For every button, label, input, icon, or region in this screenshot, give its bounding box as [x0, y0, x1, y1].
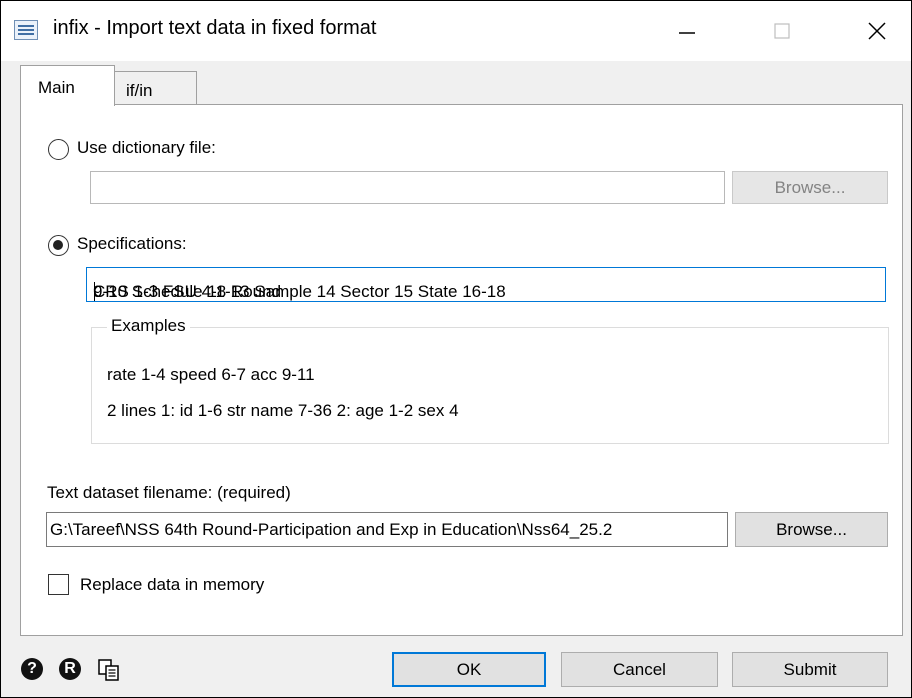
example-line: 2 lines 1: id 1-6 str name 7-36 2: age 1… — [107, 401, 459, 420]
copy-command-icon[interactable] — [97, 658, 121, 682]
replace-data-label: Replace data in memory — [80, 575, 265, 594]
text-dataset-browse-button[interactable]: Browse... — [735, 512, 888, 547]
tab-main[interactable]: Main — [20, 65, 115, 106]
dictionary-browse-button[interactable]: Browse... — [732, 171, 888, 204]
minimize-button[interactable] — [665, 11, 709, 51]
dialog-app-icon — [14, 20, 38, 40]
maximize-button[interactable] — [760, 11, 804, 51]
text-dataset-label: Text dataset filename: (required) — [47, 483, 291, 502]
ok-button[interactable]: OK — [392, 652, 546, 687]
text-dataset-filename-input[interactable]: G:\Tareef\NSS 64th Round-Participation a… — [46, 512, 728, 547]
tab-main-label: Main — [38, 78, 75, 97]
maximize-icon — [774, 23, 790, 39]
dialog-window: infix - Import text data in fixed format… — [0, 0, 912, 698]
tab-if-in-label: if/in — [126, 81, 153, 100]
cancel-button[interactable]: Cancel — [561, 652, 718, 687]
examples-title: Examples — [107, 316, 190, 336]
example-line: rate 1-4 speed 6-7 acc 9-11 — [107, 365, 315, 384]
replace-data-checkbox[interactable] — [48, 574, 69, 595]
close-button[interactable] — [855, 11, 899, 51]
tab-if-in[interactable]: if/in — [111, 71, 197, 104]
submit-button[interactable]: Submit — [732, 652, 888, 687]
reset-icon[interactable]: R — [59, 658, 81, 680]
specifications-label: Specifications: — [77, 234, 187, 253]
specifications-input[interactable]: CRS 1-3 FSU 4-8 Round 9-10 Schedule 11-13… — [86, 267, 886, 302]
specifications-radio[interactable] — [48, 235, 69, 256]
examples-group — [91, 327, 889, 444]
dictionary-file-input[interactable] — [90, 171, 725, 204]
use-dictionary-label: Use dictionary file: — [77, 138, 216, 157]
use-dictionary-radio[interactable] — [48, 139, 69, 160]
close-icon — [868, 22, 886, 40]
window-title: infix - Import text data in fixed format — [53, 17, 377, 39]
help-icon[interactable]: ? — [21, 658, 43, 680]
minimize-icon — [679, 32, 695, 34]
title-bar: infix - Import text data in fixed format — [1, 1, 911, 61]
